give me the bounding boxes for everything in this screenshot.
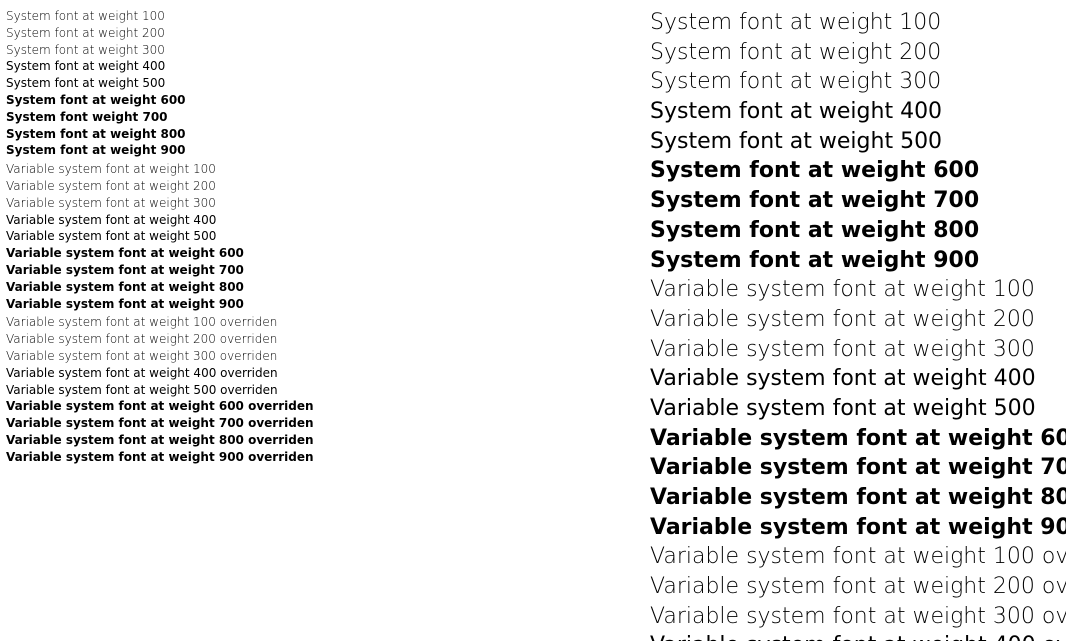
right-variable-override-w400: Variable system font at weight 400 overr… <box>650 631 1066 641</box>
right-system-w100: System font at weight 100 <box>650 8 1066 38</box>
left-column: System font at weight 100 System font at… <box>6 8 314 466</box>
left-system-w700: System font weight 700 <box>6 109 314 126</box>
left-variable-w400: Variable system font at weight 400 <box>6 212 314 229</box>
left-variable-w200: Variable system font at weight 200 <box>6 178 314 195</box>
right-variable-w200: Variable system font at weight 200 <box>650 305 1066 335</box>
right-variable-w800: Variable system font at weight 800 <box>650 483 1066 513</box>
right-variable-override-w100: Variable system font at weight 100 overr… <box>650 542 1066 572</box>
left-variable-override-w200: Variable system font at weight 200 overr… <box>6 331 314 348</box>
right-variable-override-w300: Variable system font at weight 300 overr… <box>650 602 1066 632</box>
right-variable-w600: Variable system font at weight 600 <box>650 424 1066 454</box>
right-system-w900: System font at weight 900 <box>650 246 1066 276</box>
left-variable-override-w600: Variable system font at weight 600 overr… <box>6 398 314 415</box>
left-variable-w300: Variable system font at weight 300 <box>6 195 314 212</box>
left-variable-override-w300: Variable system font at weight 300 overr… <box>6 348 314 365</box>
right-system-w600: System font at weight 600 <box>650 156 1066 186</box>
right-system-w500: System font at weight 500 <box>650 127 1066 157</box>
left-variable-override-w400: Variable system font at weight 400 overr… <box>6 365 314 382</box>
right-variable-w100: Variable system font at weight 100 <box>650 275 1066 305</box>
right-system-w300: System font at weight 300 <box>650 67 1066 97</box>
right-variable-override-w200: Variable system font at weight 200 overr… <box>650 572 1066 602</box>
left-variable-w500: Variable system font at weight 500 <box>6 228 314 245</box>
left-variable-w900: Variable system font at weight 900 <box>6 296 314 313</box>
right-variable-w400: Variable system font at weight 400 <box>650 364 1066 394</box>
right-system-w700: System font at weight 700 <box>650 186 1066 216</box>
left-system-w600: System font at weight 600 <box>6 92 314 109</box>
left-system-w100: System font at weight 100 <box>6 8 314 25</box>
left-system-w300: System font at weight 300 <box>6 42 314 59</box>
left-system-w800: System font at weight 800 <box>6 126 314 143</box>
left-variable-override-w900: Variable system font at weight 900 overr… <box>6 449 314 466</box>
left-system-w200: System font at weight 200 <box>6 25 314 42</box>
right-system-w800: System font at weight 800 <box>650 216 1066 246</box>
left-variable-override-w500: Variable system font at weight 500 overr… <box>6 382 314 399</box>
left-variable-override-w100: Variable system font at weight 100 overr… <box>6 314 314 331</box>
left-variable-override-w800: Variable system font at weight 800 overr… <box>6 432 314 449</box>
left-system-w400: System font at weight 400 <box>6 58 314 75</box>
right-variable-w500: Variable system font at weight 500 <box>650 394 1066 424</box>
right-system-w200: System font at weight 200 <box>650 38 1066 68</box>
right-variable-w700: Variable system font at weight 700 <box>650 453 1066 483</box>
right-variable-w900: Variable system font at weight 900 <box>650 513 1066 543</box>
right-column: System font at weight 100 System font at… <box>650 8 1066 641</box>
left-variable-w100: Variable system font at weight 100 <box>6 161 314 178</box>
left-variable-w800: Variable system font at weight 800 <box>6 279 314 296</box>
left-variable-w600: Variable system font at weight 600 <box>6 245 314 262</box>
left-system-w500: System font at weight 500 <box>6 75 314 92</box>
right-system-w400: System font at weight 400 <box>650 97 1066 127</box>
left-variable-override-w700: Variable system font at weight 700 overr… <box>6 415 314 432</box>
left-variable-w700: Variable system font at weight 700 <box>6 262 314 279</box>
right-variable-w300: Variable system font at weight 300 <box>650 335 1066 365</box>
left-system-w900: System font at weight 900 <box>6 142 314 159</box>
